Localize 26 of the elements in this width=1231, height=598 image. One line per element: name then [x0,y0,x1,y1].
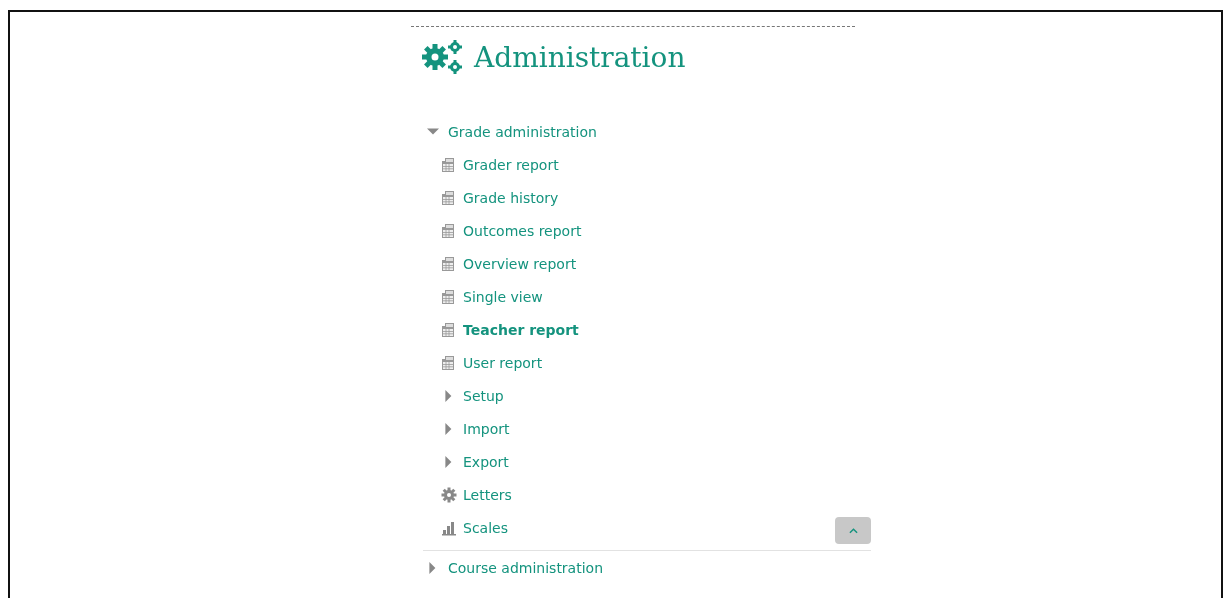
tree-link[interactable]: Import [463,420,510,437]
table-icon [441,288,457,305]
tree-link[interactable]: Scales [463,519,508,536]
table-icon [441,189,457,206]
tree-link[interactable]: Letters [463,486,512,503]
table-icon [441,222,457,239]
tree-link[interactable]: Overview report [463,255,577,272]
tree-link[interactable]: Single view [463,288,543,305]
bar-chart-icon [441,519,457,536]
gear-icon [441,486,457,503]
tree-link[interactable]: Outcomes report [463,222,582,239]
table-icon [441,321,457,338]
tree-link[interactable]: Export [463,453,509,470]
chevron-up-icon [848,527,858,534]
gears-icon [422,39,464,75]
table-icon [441,255,457,272]
tree-link[interactable]: Teacher report [463,321,579,338]
tree-link[interactable]: Setup [463,387,504,404]
tree-link[interactable]: Course administration [448,559,604,576]
tree-link[interactable]: User report [463,354,543,371]
tree-link[interactable]: Grade administration [448,123,597,140]
tree-link[interactable]: Grader report [463,156,559,173]
block-title: Administration [474,40,686,74]
table-icon [441,354,457,371]
table-icon [441,156,457,173]
tree-link[interactable]: Grade history [463,189,559,206]
